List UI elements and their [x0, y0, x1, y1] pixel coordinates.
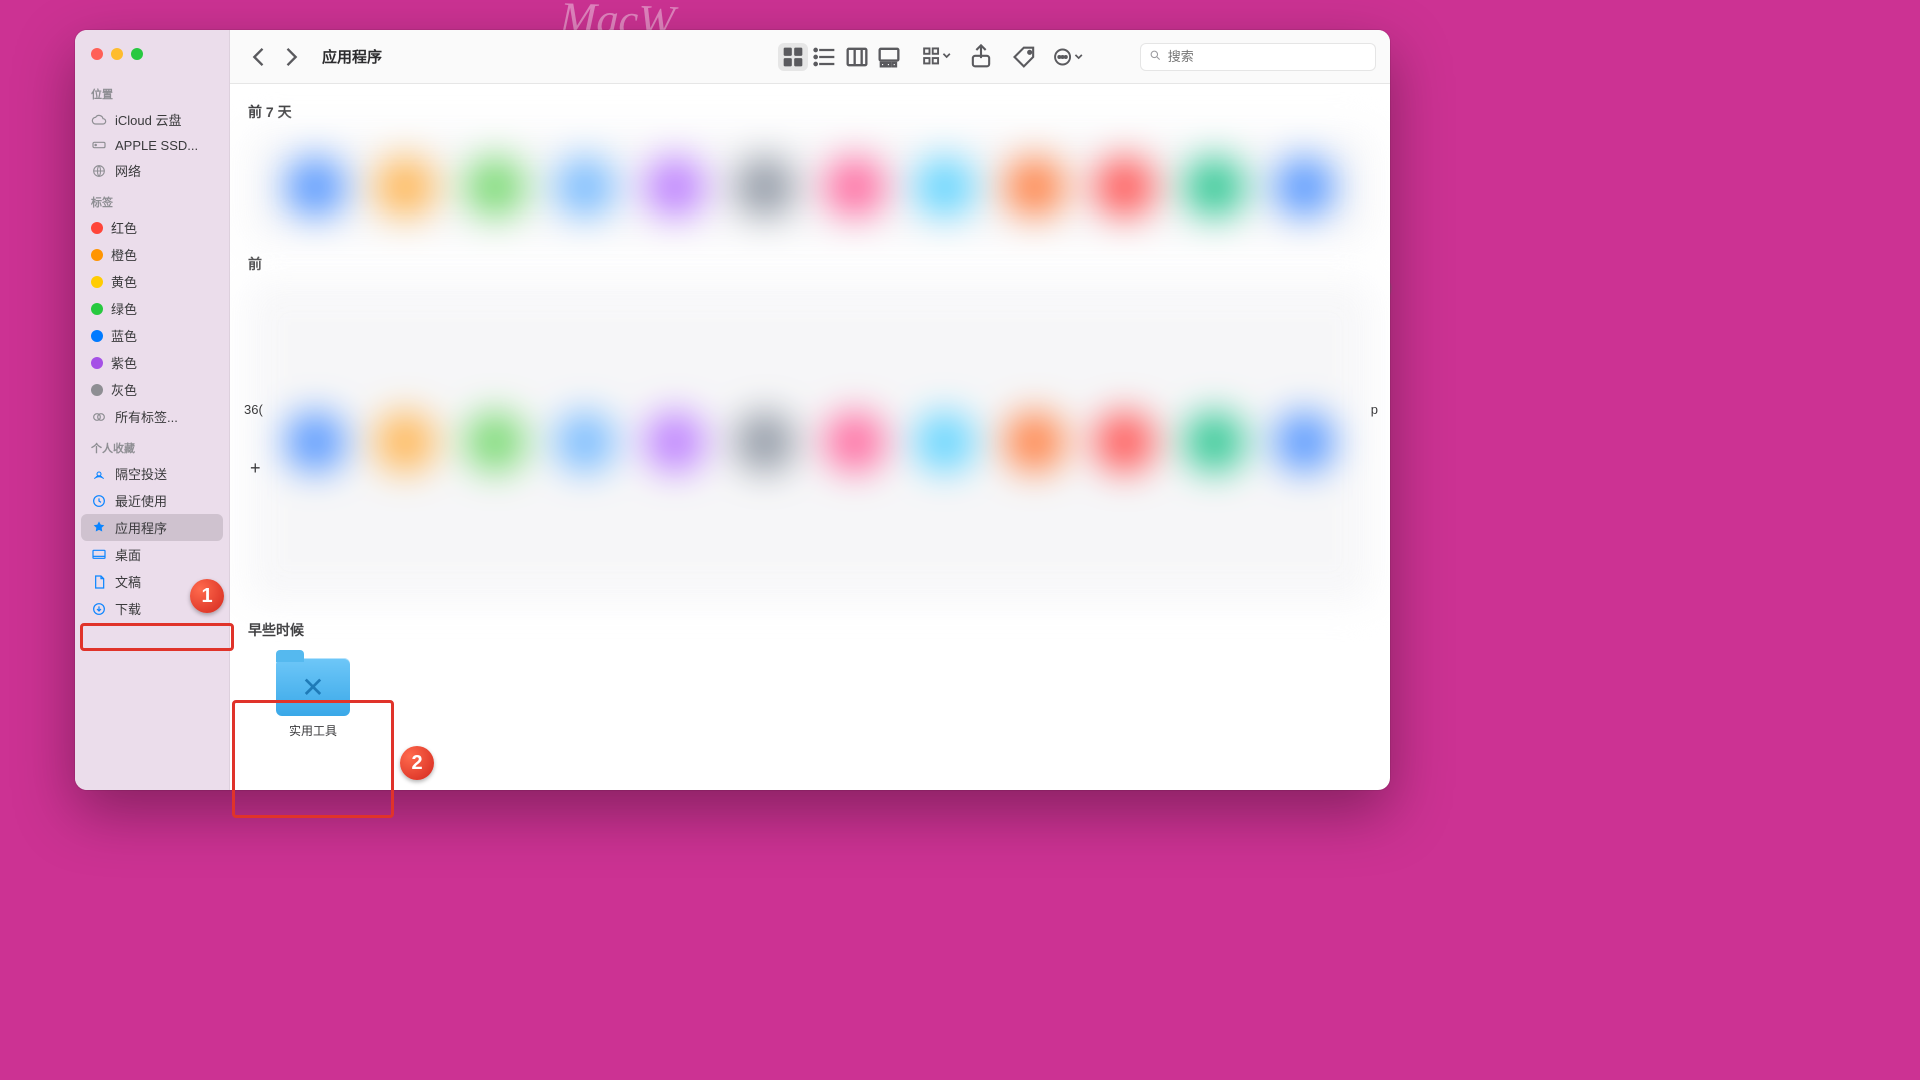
main-panel: 应用程序 前 7 天 [230, 30, 1390, 790]
share-button[interactable] [966, 43, 996, 71]
view-icons-button[interactable] [778, 43, 808, 71]
disk-icon [91, 137, 107, 153]
window-controls [75, 40, 229, 76]
cloud-icon [91, 112, 107, 128]
sidebar-item-label: 应用程序 [115, 518, 167, 537]
sidebar-item-label: APPLE SSD... [115, 138, 198, 153]
finder-window: 位置 iCloud 云盘 APPLE SSD... 网络 标签 红色橙色黄色绿色… [75, 30, 1390, 790]
sidebar-item-label: 桌面 [115, 545, 141, 564]
sidebar-item-label: 隔空投送 [115, 464, 167, 483]
sidebar-section-tags: 标签 [75, 184, 229, 214]
sidebar-section-locations: 位置 [75, 76, 229, 106]
folder-label: 实用工具 [289, 722, 337, 739]
tag-color-dot [91, 249, 103, 261]
minimize-window-button[interactable] [111, 48, 123, 60]
fullscreen-window-button[interactable] [131, 48, 143, 60]
view-mode-switcher [778, 43, 904, 71]
sidebar-item-all-tags[interactable]: 所有标签... [75, 403, 229, 430]
group-by-button[interactable] [922, 43, 952, 71]
edit-tags-button[interactable] [1010, 43, 1040, 71]
search-icon [1149, 49, 1162, 65]
tags-icon [91, 409, 107, 425]
sidebar-item-文稿[interactable]: 文稿 [75, 568, 229, 595]
section-header-prev7: 前 7 天 [248, 94, 1372, 132]
sidebar-item-label: 黄色 [111, 272, 137, 291]
tag-color-dot [91, 222, 103, 234]
sidebar-item-network[interactable]: 网络 [75, 157, 229, 184]
sidebar-item-隔空投送[interactable]: 隔空投送 [75, 460, 229, 487]
sidebar-item-桌面[interactable]: 桌面 [75, 541, 229, 568]
sidebar-tag-item[interactable]: 黄色 [75, 268, 229, 295]
truncated-label: p [1371, 402, 1378, 417]
tag-color-dot [91, 384, 103, 396]
desktop-icon [91, 547, 107, 563]
blurred-apps-grid [248, 282, 1372, 602]
sidebar-item-label: 紫色 [111, 353, 137, 372]
sidebar-item-下载[interactable]: 下载 [75, 595, 229, 622]
sidebar-item-label: 灰色 [111, 380, 137, 399]
search-input[interactable] [1168, 49, 1367, 64]
view-columns-button[interactable] [842, 43, 872, 71]
sidebar-item-最近使用[interactable]: 最近使用 [75, 487, 229, 514]
nav-back-button[interactable] [244, 43, 274, 71]
sidebar-tag-item[interactable]: 橙色 [75, 241, 229, 268]
truncated-label: 36( [244, 402, 263, 417]
sidebar-tag-item[interactable]: 绿色 [75, 295, 229, 322]
more-actions-button[interactable] [1054, 43, 1084, 71]
sidebar-item-disk[interactable]: APPLE SSD... [75, 133, 229, 157]
sidebar-item-label: 蓝色 [111, 326, 137, 345]
sidebar-item-label: 所有标签... [115, 407, 178, 426]
view-list-button[interactable] [810, 43, 840, 71]
tag-color-dot [91, 303, 103, 315]
section-header-prev: 前 [248, 252, 1372, 282]
downloads-icon [91, 601, 107, 617]
window-title: 应用程序 [312, 46, 392, 67]
view-gallery-button[interactable] [874, 43, 904, 71]
sidebar-item-label: 文稿 [115, 572, 141, 591]
sidebar-item-label: 绿色 [111, 299, 137, 318]
search-field[interactable] [1140, 43, 1376, 71]
folder-utilities[interactable]: ✕ 实用工具 [248, 650, 378, 747]
globe-icon [91, 163, 107, 179]
clock-icon [91, 493, 107, 509]
toolbar: 应用程序 [230, 30, 1390, 84]
sidebar-item-label: 红色 [111, 218, 137, 237]
close-window-button[interactable] [91, 48, 103, 60]
sidebar-item-应用程序[interactable]: 应用程序 [81, 514, 223, 541]
airdrop-icon [91, 466, 107, 482]
sidebar-item-label: 最近使用 [115, 491, 167, 510]
truncated-label: + [250, 458, 261, 479]
sidebar-tag-item[interactable]: 蓝色 [75, 322, 229, 349]
documents-icon [91, 574, 107, 590]
nav-forward-button[interactable] [276, 43, 306, 71]
sidebar-tag-item[interactable]: 灰色 [75, 376, 229, 403]
tag-color-dot [91, 357, 103, 369]
applications-icon [91, 520, 107, 536]
folder-icon: ✕ [276, 658, 350, 716]
content-area: 前 7 天 前 36( p + 早些时候 ✕ 实用工具 [230, 84, 1390, 790]
section-header-earlier: 早些时候 [248, 612, 1372, 650]
desktop-background: MacW MacW.com MacW.co 位置 iCloud 云盘 APPLE… [0, 0, 1456, 816]
utilities-icon: ✕ [276, 658, 350, 716]
sidebar-item-label: 网络 [115, 161, 141, 180]
sidebar-item-label: 橙色 [111, 245, 137, 264]
sidebar-item-label: iCloud 云盘 [115, 110, 181, 129]
tag-color-dot [91, 330, 103, 342]
blurred-apps-row [248, 132, 1372, 242]
sidebar-item-icloud[interactable]: iCloud 云盘 [75, 106, 229, 133]
sidebar-tag-item[interactable]: 红色 [75, 214, 229, 241]
sidebar-item-label: 下载 [115, 599, 141, 618]
sidebar: 位置 iCloud 云盘 APPLE SSD... 网络 标签 红色橙色黄色绿色… [75, 30, 230, 790]
tag-color-dot [91, 276, 103, 288]
sidebar-tag-item[interactable]: 紫色 [75, 349, 229, 376]
sidebar-section-favorites: 个人收藏 [75, 430, 229, 460]
